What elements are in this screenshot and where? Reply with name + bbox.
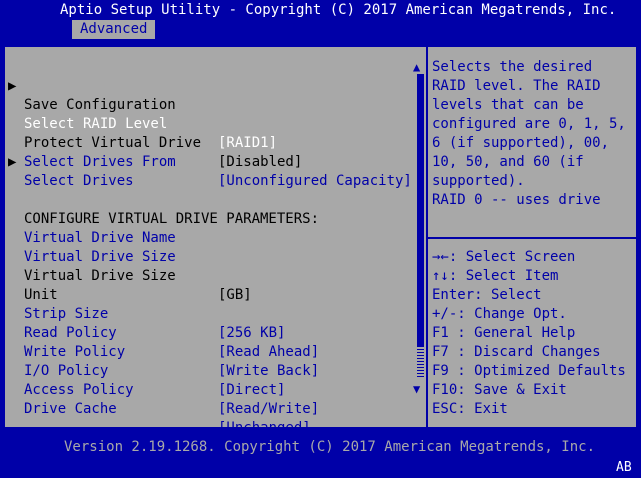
title-bar: Aptio Setup Utility - Copyright (C) 2017… (0, 0, 641, 40)
menu-item-protect-virtual-drive[interactable]: Protect Virtual Drive [Disabled] (0, 96, 302, 170)
key-save-exit: F10: Save & Exit (432, 382, 567, 398)
key-discard-changes: F7 : Discard Changes (432, 344, 601, 360)
menu-item-label: Access Policy (24, 382, 134, 398)
menu-item-value: [Unchanged] (218, 420, 311, 436)
menu-item-value: [Direct] (218, 382, 286, 398)
tab-advanced[interactable]: Advanced (72, 20, 156, 39)
scrollbar-thumb[interactable] (417, 74, 424, 346)
section-heading-vd-params: CONFIGURE VIRTUAL DRIVE PARAMETERS: (0, 172, 319, 227)
menu-item-virtual-drive-size-unit: Virtual Drive Size [GB] (0, 229, 252, 303)
menu-item-virtual-drive-size[interactable]: Virtual Drive Size (0, 210, 176, 265)
version-footer: Version 2.19.1268. Copyright (C) 2017 Am… (64, 439, 596, 455)
key-optimized-defaults: F9 : Optimized Defaults (432, 363, 626, 379)
menu-item-value: [RAID1] (218, 135, 278, 151)
menu-item-access-policy[interactable]: Access Policy [Read/Write] (0, 343, 319, 417)
menu-item-write-policy[interactable]: Write Policy [Write Back] (0, 305, 319, 379)
menu-item-label: Read Policy (24, 325, 117, 341)
menu-item-select-drives-from[interactable]: Select Drives From [Unconfigured Capacit… (0, 115, 412, 189)
menu-item-label: Protect Virtual Drive (24, 135, 202, 151)
help-line: 6 (if supported), 00, (432, 135, 610, 151)
menu-item-value: [Disabled] (218, 154, 303, 170)
menu-item-label: Select Drives (24, 173, 134, 189)
menu-item-value: [Write Back] (218, 363, 320, 379)
menu-item-label: Virtual Drive Size (24, 249, 176, 265)
menu-item-label: CONFIGURE VIRTUAL DRIVE PARAMETERS: (24, 211, 320, 227)
help-line: levels that can be (432, 97, 584, 113)
menu-item-label: Virtual Drive Name (24, 230, 176, 246)
menu-item-label: Save Configuration (24, 97, 176, 113)
window-title: Aptio Setup Utility - Copyright (C) 2017… (60, 2, 617, 18)
help-line: RAID level. The RAID (432, 78, 601, 94)
menu-item-virtual-drive-name[interactable]: Virtual Drive Name (0, 191, 176, 246)
help-line: RAID 0 -- uses drive (432, 192, 601, 208)
menu-item-label: Select Drives From (24, 154, 176, 170)
menu-item-label: I/O Policy (24, 363, 109, 379)
menu-item-read-policy[interactable]: Read Policy [Read Ahead] (0, 286, 319, 360)
menu-item-label: Select RAID Level (24, 116, 168, 132)
key-change-opt: +/-: Change Opt. (432, 306, 567, 322)
menu-item-save-configuration[interactable]: ▶ Save Configuration (0, 58, 176, 113)
scrollbar-track (417, 346, 424, 378)
scrollbar[interactable] (417, 74, 424, 378)
menu-item-io-policy[interactable]: I/O Policy [Direct] (0, 324, 285, 398)
menu-item-strip-size[interactable]: Strip Size [256 KB] (0, 267, 285, 341)
key-select-item: ↑↓: Select Item (432, 268, 559, 284)
menu-item-select-raid-level[interactable]: Select RAID Level [RAID1] (0, 77, 277, 151)
key-select-screen: →←: Select Screen (432, 249, 576, 265)
help-line: 10, 50, and 60 (if (432, 154, 584, 170)
menu-item-value: [GB] (218, 287, 252, 303)
menu-item-unit: Unit (0, 248, 58, 303)
menu-item-value: [Read Ahead] (218, 344, 320, 360)
menu-item-label: Drive Cache (24, 401, 117, 417)
key-exit: ESC: Exit (432, 401, 508, 417)
menu-item-label: Strip Size (24, 306, 109, 322)
help-line: Selects the desired (432, 59, 593, 75)
menu-item-label: Virtual Drive Size (24, 268, 176, 284)
key-enter-select: Enter: Select (432, 287, 542, 303)
menu-item-drive-cache[interactable]: Drive Cache [Unchanged] (0, 362, 311, 436)
scroll-down-arrow-icon[interactable]: ▼ (413, 380, 420, 399)
menu-item-value: [Read/Write] (218, 401, 320, 417)
key-general-help: F1 : General Help (432, 325, 576, 341)
menu-item-value: [256 KB] (218, 325, 286, 341)
menu-spacer (0, 153, 34, 172)
menu-item-value: [Unconfigured Capacity] (218, 173, 412, 189)
help-line: supported). (432, 173, 525, 189)
help-divider (428, 237, 638, 239)
post-code: AB (616, 460, 632, 475)
menu-item-select-drives[interactable]: ▶ Select Drives (0, 134, 134, 189)
help-line: configured are 0, 1, 5, (432, 116, 626, 132)
menu-item-label: Write Policy (24, 344, 126, 360)
